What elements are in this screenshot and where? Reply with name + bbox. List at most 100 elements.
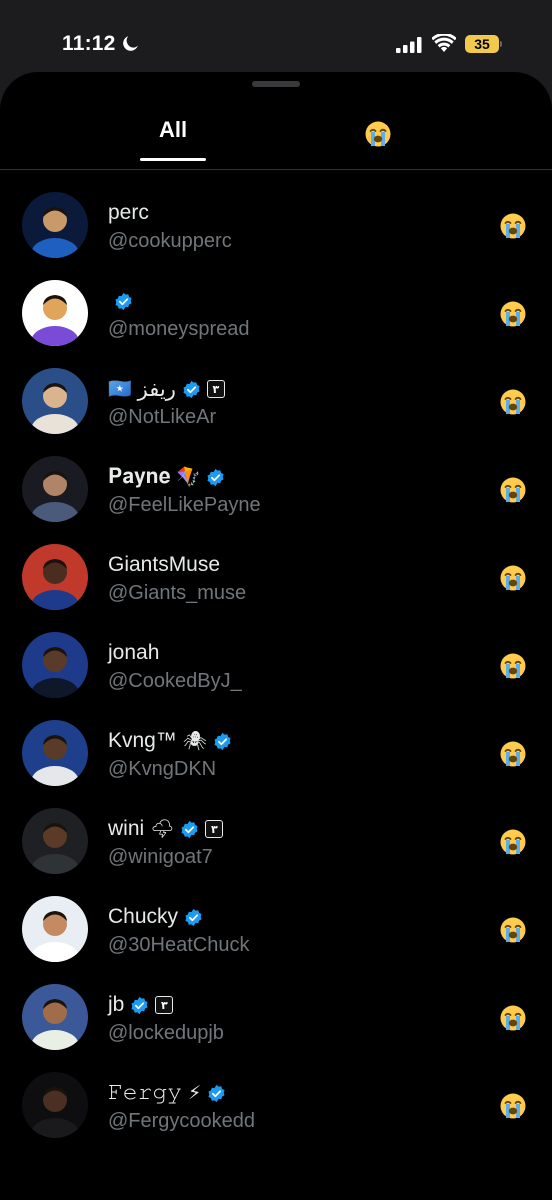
display-name-line: 𝙵𝚎𝚛𝚐𝚢 ⚡	[108, 1080, 226, 1106]
avatar[interactable]	[22, 632, 88, 698]
reaction-emoji	[499, 388, 527, 416]
display-name: Kvng™	[108, 729, 177, 752]
display-name-line: GiantsMuse	[108, 552, 220, 578]
user-row[interactable]: wini 🌩 ٣ @winigoat7	[0, 798, 552, 886]
display-name-line: jb ٣	[108, 992, 174, 1018]
avatar-image	[22, 896, 88, 962]
avatar[interactable]	[22, 456, 88, 522]
tab-all[interactable]: All	[103, 98, 243, 170]
loudly-crying-face-icon	[500, 653, 526, 679]
user-row[interactable]: Chucky @30HeatChuck	[0, 886, 552, 974]
loudly-crying-face-icon	[500, 213, 526, 239]
display-name: jb	[108, 993, 125, 1016]
display-name-line: jonah	[108, 640, 159, 666]
name-emoji: 🕷	[182, 730, 207, 752]
sheet-grabber[interactable]	[252, 81, 300, 87]
avatar[interactable]	[22, 544, 88, 610]
user-row[interactable]: Kvng™ 🕷 @KvngDKN	[0, 710, 552, 798]
user-row[interactable]: jb ٣ @lockedupjb	[0, 974, 552, 1062]
avatar[interactable]	[22, 720, 88, 786]
loudly-crying-face-icon	[500, 477, 526, 503]
user-handle: @moneyspread	[108, 318, 250, 340]
battery-cap	[500, 41, 502, 47]
user-row[interactable]: @moneyspread	[0, 270, 552, 358]
reaction-tabs: All	[0, 98, 552, 170]
display-name-line: Chucky	[108, 904, 203, 930]
avatar[interactable]	[22, 984, 88, 1050]
reaction-emoji	[499, 1004, 527, 1032]
avatar[interactable]	[22, 1072, 88, 1138]
display-name: GiantsMuse	[108, 553, 221, 576]
user-handle: @Fergycookedd	[108, 1110, 256, 1132]
reaction-emoji	[499, 828, 527, 856]
affiliate-badge-icon: ٣	[205, 820, 224, 838]
loudly-crying-face-icon	[500, 565, 526, 591]
user-handle: @winigoat7	[108, 846, 213, 868]
user-row[interactable]: 𝐏𝐚𝐲𝐧𝐞 🪁 @FeelLikePayne	[0, 446, 552, 534]
avatar[interactable]	[22, 896, 88, 962]
display-name-line	[108, 288, 133, 314]
name-emoji: 🌩	[150, 818, 175, 840]
user-handle: @FeelLikePayne	[108, 494, 261, 516]
user-handle: @cookupperc	[108, 230, 232, 252]
display-name: 𝙵𝚎𝚛𝚐𝚢	[108, 1081, 183, 1104]
display-name: 𝐏𝐚𝐲𝐧𝐞	[108, 465, 171, 488]
user-handle: @Giants_muse	[108, 582, 247, 604]
verified-badge	[207, 1084, 226, 1103]
name-emoji: ⚡	[188, 1082, 202, 1104]
verified-badge-icon	[115, 292, 132, 310]
status-time: 11:12	[62, 32, 116, 55]
user-handle: @KvngDKN	[108, 758, 217, 780]
user-row[interactable]: jonah @CookedByJ_	[0, 622, 552, 710]
verified-badge	[184, 908, 203, 927]
verified-badge-icon	[183, 380, 200, 398]
tab-crying-emoji[interactable]	[308, 98, 448, 170]
loudly-crying-face-icon	[365, 121, 391, 147]
display-name-line: Kvng™ 🕷	[108, 728, 232, 754]
avatar-image	[22, 632, 88, 698]
display-name-line: 𝐏𝐚𝐲𝐧𝐞 🪁	[108, 464, 225, 490]
avatar-image	[22, 984, 88, 1050]
reaction-emoji	[499, 300, 527, 328]
affiliate-badge-icon: ٣	[206, 380, 225, 398]
user-handle: @CookedByJ_	[108, 670, 242, 692]
display-name: wini	[108, 817, 145, 840]
moon-icon	[123, 36, 138, 51]
loudly-crying-face-icon	[500, 917, 526, 943]
wifi-icon	[432, 34, 456, 52]
reaction-emoji	[499, 476, 527, 504]
avatar[interactable]	[22, 368, 88, 434]
reaction-emoji	[499, 1092, 527, 1120]
name-emoji: 🇸🇴	[108, 378, 132, 400]
cellular-signal-icon	[396, 37, 422, 53]
user-row[interactable]: GiantsMuse @Giants_muse	[0, 534, 552, 622]
display-name-line: 🇸🇴 ريفز ٣	[108, 376, 225, 402]
status-bar: 11:12 35	[0, 0, 552, 80]
verified-badge	[182, 380, 201, 399]
battery-level: 35	[465, 35, 499, 53]
avatar[interactable]	[22, 192, 88, 258]
reaction-emoji	[499, 652, 527, 680]
avatar-image	[22, 192, 88, 258]
user-list: perc @cookupperc @moneyspread 🇸🇴 ريفز ٣ @NotLi…	[0, 182, 552, 1150]
verified-badge-icon	[181, 820, 198, 838]
verified-badge-icon	[214, 732, 231, 750]
avatar-image	[22, 456, 88, 522]
reaction-emoji	[499, 212, 527, 240]
reaction-emoji	[499, 916, 527, 944]
user-row[interactable]: 🇸🇴 ريفز ٣ @NotLikeAr	[0, 358, 552, 446]
reaction-emoji	[499, 564, 527, 592]
loudly-crying-face-icon	[500, 301, 526, 327]
loudly-crying-face-icon	[500, 829, 526, 855]
user-handle: @NotLikeAr	[108, 406, 217, 428]
avatar[interactable]	[22, 280, 88, 346]
display-name-line: perc	[108, 200, 149, 226]
avatar[interactable]	[22, 808, 88, 874]
loudly-crying-face-icon	[500, 1005, 526, 1031]
name-emoji: 🪁	[176, 466, 201, 488]
avatar-image	[22, 280, 88, 346]
user-row[interactable]: perc @cookupperc	[0, 182, 552, 270]
user-row[interactable]: 𝙵𝚎𝚛𝚐𝚢 ⚡ @Fergycookedd	[0, 1062, 552, 1150]
avatar-image	[22, 720, 88, 786]
display-name: ريفز	[137, 377, 176, 401]
